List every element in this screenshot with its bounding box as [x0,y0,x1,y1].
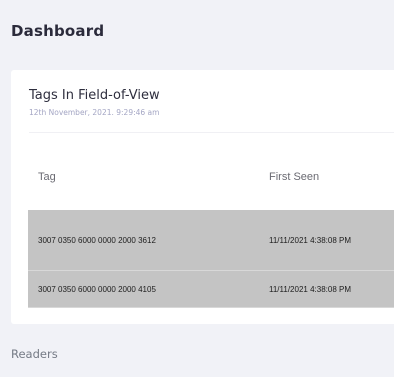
column-header-first-seen[interactable]: First Seen [269,171,319,183]
table-row[interactable]: 3007 0350 6000 0000 2000 3612 11/11/2021… [28,210,394,271]
card-timestamp: 12th November, 2021. 9:29:46 am [29,108,160,117]
card-title: Tags In Field-of-View [29,88,160,103]
table-body: 3007 0350 6000 0000 2000 3612 11/11/2021… [28,210,394,308]
table-header: Tag First Seen [28,133,394,210]
tags-in-fov-card: Tags In Field-of-View 12th November, 202… [11,70,394,324]
tag-cell: 3007 0350 6000 0000 2000 4105 [38,285,156,294]
dashboard-header: Dashboard [0,0,394,64]
first-seen-cell: 11/11/2021 4:38:08 PM [269,285,351,294]
tags-table: Tag First Seen 3007 0350 6000 0000 2000 … [28,133,394,308]
tag-cell: 3007 0350 6000 0000 2000 3612 [38,236,156,245]
column-header-tag[interactable]: Tag [38,171,56,183]
first-seen-cell: 11/11/2021 4:38:08 PM [269,236,351,245]
readers-section-title: Readers [11,347,58,361]
page-title: Dashboard [11,22,105,40]
table-row[interactable]: 3007 0350 6000 0000 2000 4105 11/11/2021… [28,271,394,308]
